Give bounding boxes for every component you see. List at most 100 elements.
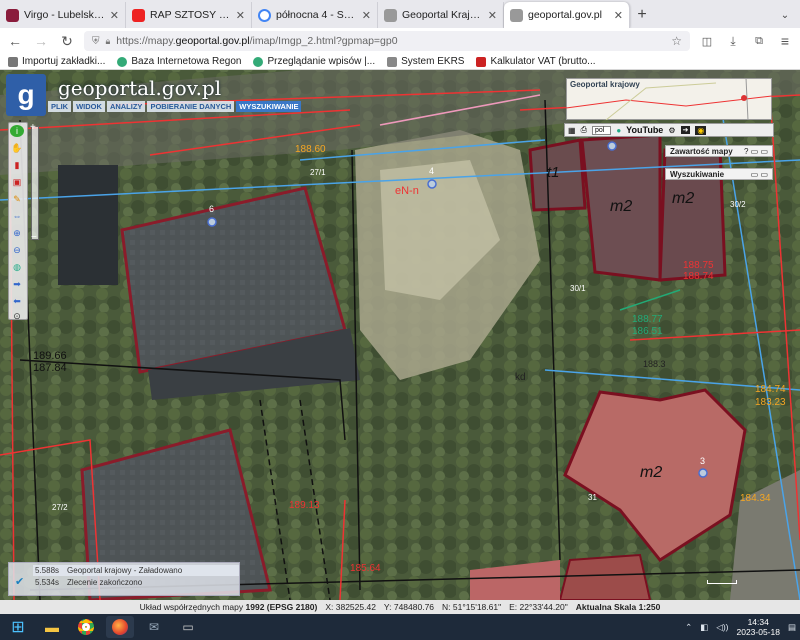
menu-plik[interactable]: PLIK bbox=[48, 101, 72, 112]
chrome-icon[interactable] bbox=[72, 616, 100, 638]
menu-analizy[interactable]: ANALIZY bbox=[106, 101, 146, 112]
parcel-label-m2: m2 bbox=[672, 190, 695, 207]
load-status-panel: 5.588s Geoportal krajowy - Załadowano 5.5… bbox=[8, 562, 240, 596]
zoom-plus-button[interactable]: + bbox=[30, 122, 36, 133]
map-viewport[interactable]: t1 m2 m2 m2 6 4 3 27/1 30/2 30/1 27/2 31… bbox=[0, 70, 800, 600]
tab-google-search[interactable]: północna 4 - Szukaj w Goo ✕ bbox=[252, 2, 378, 28]
bookmark-wpisy[interactable]: Przeglądanie wpisów |... bbox=[253, 56, 375, 67]
geoportal-logo[interactable]: g bbox=[6, 74, 46, 116]
pen-icon[interactable]: ✎ bbox=[10, 193, 24, 205]
back-icon[interactable]: ⬅ bbox=[10, 295, 24, 307]
printer-icon[interactable]: ⎙ bbox=[581, 125, 587, 135]
elevation-label: 188.74 bbox=[683, 271, 714, 282]
url-text: https://mapy.geoportal.gov.pl/imap/Imgp_… bbox=[116, 35, 398, 47]
calculator-icon bbox=[476, 56, 487, 67]
info-icon[interactable]: i bbox=[10, 125, 24, 137]
youtube-favicon-icon bbox=[132, 8, 145, 22]
shield-icon: ⛨ bbox=[92, 35, 100, 47]
print-icon[interactable]: ▮ bbox=[10, 159, 24, 171]
volume-icon[interactable]: ◁)) bbox=[716, 622, 728, 633]
firefox-icon[interactable] bbox=[106, 616, 134, 638]
app-icon[interactable]: ▭ bbox=[174, 616, 202, 638]
point-label: 4 bbox=[429, 166, 435, 176]
tab-title: północna 4 - Szukaj w Goo bbox=[276, 9, 357, 21]
tab-geoportal-active[interactable]: geoportal.gov.pl ✕ bbox=[504, 2, 630, 28]
extensions-icon[interactable]: ⧉ bbox=[750, 35, 768, 48]
point-label: 6 bbox=[209, 204, 215, 214]
point-label: 3 bbox=[700, 456, 706, 466]
network-icon[interactable]: ◧ bbox=[700, 622, 708, 633]
tab-rap[interactable]: RAP SZTOSY 2022 VOL. ✕ bbox=[126, 2, 252, 28]
tray-chevron-icon[interactable]: ⌃ bbox=[685, 622, 692, 633]
globe-icon[interactable]: ◍ bbox=[10, 261, 24, 273]
globe-icon bbox=[117, 56, 128, 67]
parcel-label-m2: m2 bbox=[610, 198, 633, 215]
forward-icon[interactable]: ➡ bbox=[10, 278, 24, 290]
elevation-label: 184.34 bbox=[740, 493, 771, 504]
bookmark-vat[interactable]: Kalkulator VAT (brutto... bbox=[476, 56, 596, 67]
bookmark-regon[interactable]: Baza Internetowa Regon bbox=[117, 56, 241, 67]
menu-icon[interactable]: ≡ bbox=[776, 33, 794, 49]
globe-icon bbox=[253, 56, 264, 67]
reload-icon[interactable]: ↻ bbox=[58, 33, 76, 50]
panel-controls-icon[interactable]: ? ▭ ▭ bbox=[744, 147, 768, 156]
close-icon[interactable]: ✕ bbox=[362, 9, 371, 22]
tab-title: Geoportal Krajowy - Geopo bbox=[402, 9, 483, 21]
address-bar[interactable]: ⛨ 🔒︎ https://mapy.geoportal.gov.pl/imap/… bbox=[84, 31, 690, 51]
forward-arrow-icon[interactable]: → bbox=[32, 33, 50, 49]
close-icon[interactable]: ✕ bbox=[236, 9, 245, 22]
help-icon[interactable]: ● bbox=[616, 126, 621, 135]
bookmark-star-icon[interactable]: ☆ bbox=[671, 34, 682, 48]
menu-pobieranie[interactable]: POBIERANIE DANYCH bbox=[147, 101, 235, 112]
mail-icon[interactable]: ✉ bbox=[140, 616, 168, 638]
zoom-in-icon[interactable]: ⊕ bbox=[10, 227, 24, 239]
zoom-minus-button[interactable]: − bbox=[31, 232, 37, 243]
measure-icon[interactable]: ⇔ bbox=[10, 210, 24, 222]
elevation-label: 188.3 bbox=[643, 359, 666, 369]
geoportal-title: geoportal.gov.pl bbox=[58, 76, 222, 100]
hand-icon[interactable]: ✋ bbox=[10, 142, 24, 154]
import-icon bbox=[8, 56, 18, 67]
bookmark-import[interactable]: Importuj zakładki... bbox=[8, 56, 105, 67]
pocket-icon[interactable]: ◫ bbox=[698, 35, 716, 48]
download-icon[interactable]: ⤓ bbox=[724, 34, 742, 49]
file-explorer-icon[interactable]: ▬ bbox=[38, 616, 66, 638]
tab-virgo[interactable]: Virgo - Lubelskie Nieruchom ✕ bbox=[0, 2, 126, 28]
clock[interactable]: 14:34 2023-05-18 bbox=[736, 617, 779, 637]
close-icon[interactable]: ✕ bbox=[110, 9, 119, 22]
browser-tab-bar: Virgo - Lubelskie Nieruchom ✕ RAP SZTOSY … bbox=[0, 0, 800, 28]
windows-start-icon[interactable]: ⊞ bbox=[4, 616, 32, 638]
menu-widok[interactable]: WIDOK bbox=[73, 101, 105, 112]
grid-icon[interactable]: ▦ bbox=[568, 126, 576, 135]
panel-controls-icon[interactable]: ▭ ▭ bbox=[751, 170, 768, 179]
panel-zawartosc-mapy[interactable]: Zawartość mapy? ▭ ▭ bbox=[665, 145, 773, 157]
page-favicon-icon bbox=[384, 8, 397, 22]
zoom-slider[interactable] bbox=[31, 126, 39, 240]
close-icon[interactable]: ✕ bbox=[614, 9, 623, 22]
tab-geoportal-krajowy[interactable]: Geoportal Krajowy - Geopo ✕ bbox=[378, 2, 504, 28]
close-icon[interactable]: ✕ bbox=[488, 9, 497, 22]
overview-map-lines bbox=[566, 78, 772, 120]
tab-title: geoportal.gov.pl bbox=[528, 9, 602, 21]
elevation-label: 189.13 bbox=[289, 500, 320, 511]
menu-wyszukiwanie[interactable]: WYSZUKIWANIE bbox=[236, 101, 302, 112]
notifications-icon[interactable]: ▤ bbox=[788, 622, 796, 633]
eye-icon[interactable]: ◉ bbox=[695, 125, 707, 135]
youtube-logo[interactable]: YouTube bbox=[626, 125, 663, 135]
back-arrow-icon[interactable]: ← bbox=[6, 33, 24, 49]
zoom-out-icon[interactable]: ⊖ bbox=[10, 244, 24, 256]
crosshair-icon[interactable]: ⊙ bbox=[10, 310, 24, 322]
elevation-label: 185.64 bbox=[350, 563, 381, 574]
new-tab-button[interactable]: + bbox=[630, 2, 654, 28]
language-select[interactable]: pol bbox=[591, 125, 612, 135]
virgo-favicon-icon bbox=[6, 8, 19, 22]
plot-number: 27/1 bbox=[310, 168, 326, 177]
bookmark-ekrs[interactable]: System EKRS bbox=[387, 56, 464, 67]
tab-list-chevron-icon[interactable]: ⌄ bbox=[770, 10, 800, 28]
panel-wyszukiwanie[interactable]: Wyszukiwanie ▭ ▭ bbox=[665, 168, 773, 180]
forward-icon[interactable]: ➜ bbox=[680, 126, 691, 134]
window-icon[interactable]: ▣ bbox=[10, 176, 24, 188]
lock-icon: 🔒︎ bbox=[105, 35, 111, 46]
load-row: 5.534s Zlecenie zakończono bbox=[35, 578, 143, 587]
settings-icon[interactable]: ⚙ bbox=[668, 126, 675, 135]
